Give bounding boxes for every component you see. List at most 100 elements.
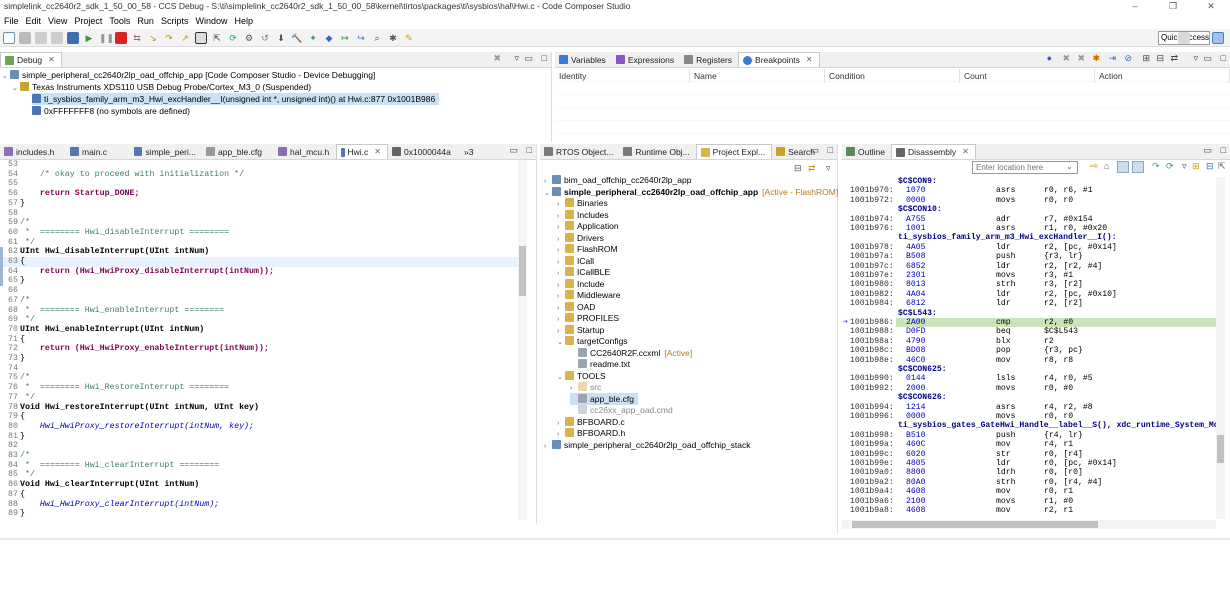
maximize-icon[interactable]: □: [828, 145, 833, 155]
external-tools-icon[interactable]: ↦: [339, 32, 351, 44]
code-line[interactable]: 72 return (Hwi_HwiProxy_enableInterrupt(…: [0, 344, 526, 354]
tree-item[interactable]: › BFBOARD.c: [557, 416, 625, 428]
tree-item[interactable]: › OAD: [557, 301, 595, 313]
disassembly-label[interactable]: $C$CON626:: [842, 393, 1218, 403]
home-icon[interactable]: ⌂: [1104, 161, 1109, 171]
tab-outline[interactable]: Outline: [842, 144, 891, 159]
maximize-icon[interactable]: □: [542, 53, 547, 63]
go-to-file-icon[interactable]: ⇥: [1108, 53, 1116, 64]
column-action[interactable]: Action: [1095, 69, 1230, 83]
code-line[interactable]: 66: [0, 286, 526, 296]
suspend-icon[interactable]: ❚❚: [99, 32, 114, 44]
tree-item[interactable]: › Startup: [557, 324, 604, 336]
disassembly-row[interactable]: 1001b99a: 460C mov r4, r1: [842, 440, 1218, 450]
column-count[interactable]: Count: [960, 69, 1095, 83]
link-with-debug-icon[interactable]: ⇄: [1170, 53, 1178, 64]
code-line[interactable]: 82: [0, 441, 526, 451]
new-breakpoint-icon[interactable]: ●: [1047, 53, 1052, 63]
minimize-icon[interactable]: ▭: [1203, 53, 1212, 64]
pen-icon[interactable]: ✎: [403, 32, 415, 44]
disassembly-row[interactable]: ➜ 1001b986: 2A00 cmp r2, #0: [842, 318, 1218, 328]
code-line[interactable]: 85 */: [0, 470, 526, 480]
tree-item[interactable]: › Drivers: [557, 232, 604, 244]
tree-item[interactable]: › Application: [557, 220, 619, 232]
code-line[interactable]: 84 * ======== Hwi_clearInterrupt =======…: [0, 461, 526, 471]
disassembly-label[interactable]: $C$CON625:: [842, 365, 1218, 375]
show-supported-icon[interactable]: ✱: [1092, 53, 1100, 64]
tree-item[interactable]: › Middleware: [557, 289, 620, 301]
collapsed-icon[interactable]: ›: [544, 441, 552, 453]
new-view-icon[interactable]: ⊞: [1192, 161, 1200, 172]
tab-registers[interactable]: Registers: [680, 52, 738, 67]
column-name[interactable]: Name: [690, 69, 825, 83]
disassembly-row[interactable]: 1001b97c: 6852 ldr r2, [r2, #4]: [842, 262, 1218, 272]
view-menu-icon[interactable]: ▿: [1182, 161, 1187, 172]
close-button[interactable]: ✕: [1192, 0, 1230, 14]
load-icon[interactable]: ⬇: [275, 32, 287, 44]
debug-session[interactable]: ⌄ simple_peripheral_cc2640r2lp_oad_offchi…: [2, 69, 375, 81]
tree-item[interactable]: › ICallBLE: [557, 266, 610, 278]
disassembly-row[interactable]: 1001b9a0: 8800 ldrh r0, [r0]: [842, 468, 1218, 478]
terminate-icon[interactable]: [115, 31, 127, 44]
restart-icon[interactable]: ↺: [259, 32, 271, 44]
menu-tools[interactable]: Tools: [105, 14, 133, 28]
tree-item[interactable]: › Includes: [557, 209, 609, 221]
tree-item[interactable]: › BFBOARD.h: [557, 427, 625, 439]
code-line[interactable]: 60 * ======== Hwi_disableInterrupt =====…: [0, 228, 526, 238]
tab-address[interactable]: 0x1000044a: [388, 144, 460, 159]
tab-disassembly[interactable]: Disassembly ✕: [890, 144, 976, 159]
close-icon[interactable]: ✕: [48, 53, 55, 67]
disassembly-row[interactable]: 1001b9a6: 2100 movs r1, #0: [842, 497, 1218, 507]
expanded-icon[interactable]: ⌄: [557, 337, 565, 349]
code-line[interactable]: 59/*: [0, 218, 526, 228]
remove-terminated-icon[interactable]: ✖: [493, 53, 501, 64]
minimize-button[interactable]: –: [1116, 0, 1154, 14]
tree-item[interactable]: › Binaries: [557, 197, 608, 209]
show-symbols-icon[interactable]: [1132, 161, 1144, 173]
code-line[interactable]: 70 UInt Hwi_enableInterrupt(UInt intNum): [0, 325, 526, 335]
maximize-icon[interactable]: □: [527, 145, 532, 155]
remove-all-breakpoints-icon[interactable]: ✖: [1077, 53, 1085, 64]
code-line[interactable]: 58: [0, 209, 526, 219]
settings-icon[interactable]: ✱: [387, 32, 399, 44]
link-icon[interactable]: ⇱: [1218, 161, 1226, 172]
tree-item[interactable]: app_ble.cfg: [570, 392, 638, 405]
debug-view-icon[interactable]: [67, 31, 79, 44]
disassembly-row[interactable]: 1001b970: 1070 asrs r0, r6, #1: [842, 186, 1218, 196]
tree-item[interactable]: › ICall: [557, 255, 594, 267]
code-line[interactable]: 54 /* okay to proceed with initializatio…: [0, 170, 526, 180]
code-line[interactable]: 63{: [0, 257, 526, 267]
code-line[interactable]: 89}: [0, 509, 526, 519]
view-menu-icon[interactable]: ▿: [1193, 53, 1198, 64]
menu-help[interactable]: Help: [230, 14, 256, 28]
show-source-icon[interactable]: [1117, 161, 1129, 173]
code-line[interactable]: 62 UInt Hwi_disableInterrupt(UInt intNum): [0, 247, 526, 257]
tab-rtos-object[interactable]: RTOS Object...: [540, 144, 619, 159]
perspective-ccs-debug-icon[interactable]: [1212, 32, 1224, 44]
disassembly-label[interactable]: $C$L543:: [842, 309, 1218, 319]
menu-edit[interactable]: Edit: [22, 14, 45, 28]
disassembly-row[interactable]: 1001b98c: BD08 pop {r3, pc}: [842, 346, 1218, 356]
disassembly-hscrollbar[interactable]: [842, 520, 1216, 529]
maximize-icon[interactable]: □: [1221, 53, 1226, 63]
tab-hal-mcu-h[interactable]: hal_mcu.h: [274, 144, 336, 159]
disassembly-row[interactable]: 1001b9a8: 4608 mov r2, r1: [842, 506, 1218, 516]
code-line[interactable]: 65}: [0, 276, 526, 286]
memory-icon[interactable]: [195, 31, 207, 44]
tree-item[interactable]: › bim_oad_offchip_cc2640r2lp_app: [544, 174, 691, 186]
tree-item[interactable]: readme.txt: [570, 358, 630, 370]
expanded-icon[interactable]: ⌄: [544, 188, 552, 200]
disassembly-row[interactable]: 1001b994: 1214 asrs r4, r2, #8: [842, 403, 1218, 413]
save-all-icon[interactable]: [35, 31, 47, 44]
disassembly-row[interactable]: 1001b996: 0000 movs r0, r0: [842, 412, 1218, 422]
cursor-icon[interactable]: ⇱: [211, 32, 223, 44]
refresh-icon[interactable]: ⟳: [227, 32, 239, 44]
menu-project[interactable]: Project: [70, 14, 105, 28]
editor-scrollbar[interactable]: [518, 160, 527, 520]
disassembly-scrollbar[interactable]: [1216, 177, 1225, 519]
tab-project-explorer[interactable]: Project Expl...: [695, 144, 773, 159]
maximize-icon[interactable]: □: [1221, 145, 1226, 155]
tab-simple-peripheral[interactable]: simple_peri...: [130, 144, 202, 159]
pin-icon[interactable]: ⊟: [1206, 161, 1214, 172]
disconnect-icon[interactable]: ⇆: [131, 32, 143, 44]
